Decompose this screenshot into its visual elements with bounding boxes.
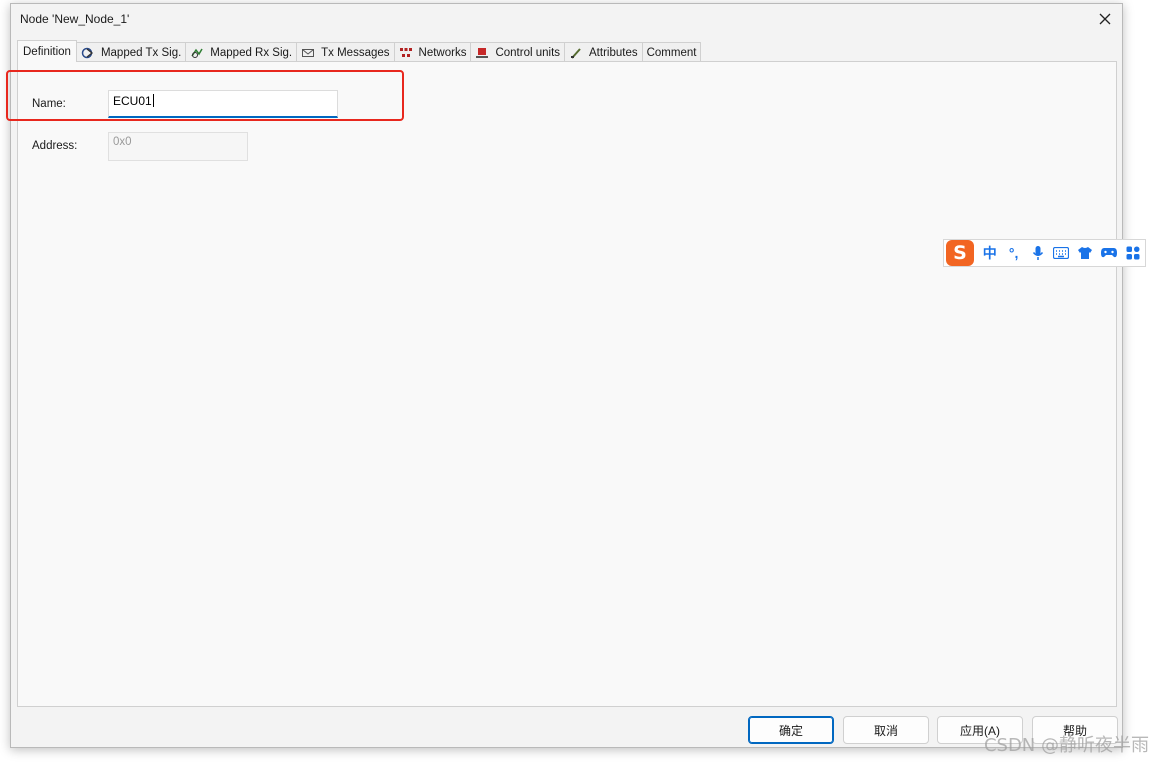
watermark: CSDN @静听夜半雨 (983, 735, 1149, 756)
ok-button[interactable]: 确定 (748, 716, 834, 744)
tab-control-units[interactable]: Control units (470, 42, 566, 62)
definition-panel: Name: ECU01 Address: 0x0 (17, 61, 1117, 707)
tab-comment[interactable]: Comment (641, 42, 702, 62)
close-icon (1099, 13, 1111, 25)
tab-attributes-label: Attributes (589, 46, 638, 59)
attributes-icon (569, 47, 583, 59)
ime-toolbar[interactable]: S 中 °, (943, 239, 1146, 267)
name-input[interactable]: ECU01 (108, 90, 338, 118)
tab-tx-messages-label: Tx Messages (321, 46, 390, 59)
envelope-icon (301, 47, 315, 59)
keyboard-icon[interactable] (1049, 241, 1073, 265)
microphone-icon[interactable] (1026, 241, 1050, 265)
name-label: Name: (32, 98, 66, 110)
gamepad-icon[interactable] (1097, 241, 1121, 265)
control-unit-icon (475, 47, 489, 59)
ime-logo[interactable]: S (946, 240, 974, 266)
mapped-tx-icon (81, 47, 95, 59)
ime-punctuation-toggle[interactable]: °, (1002, 241, 1026, 265)
tab-attributes[interactable]: Attributes (564, 42, 643, 62)
tab-definition[interactable]: Definition (17, 40, 77, 62)
window-title: Node 'New_Node_1' (20, 12, 130, 26)
title-bar: Node 'New_Node_1' (11, 4, 1122, 36)
tab-mapped-tx-sig[interactable]: Mapped Tx Sig. (75, 42, 187, 62)
tab-mapped-rx-sig[interactable]: Mapped Rx Sig. (185, 42, 298, 62)
close-button[interactable] (1094, 8, 1116, 30)
mapped-rx-icon (190, 47, 204, 59)
tab-networks[interactable]: Networks (393, 42, 472, 62)
apps-icon[interactable] (1121, 241, 1145, 265)
networks-icon (399, 47, 413, 59)
address-input-value: 0x0 (113, 136, 132, 148)
text-caret (152, 94, 154, 107)
address-label: Address: (32, 140, 78, 152)
tab-mapped-tx-label: Mapped Tx Sig. (100, 46, 182, 59)
tab-bar: Definition Mapped Tx Sig. Mapped Rx Sig.… (17, 40, 702, 62)
skin-icon[interactable] (1073, 241, 1097, 265)
tab-tx-messages[interactable]: Tx Messages (296, 42, 395, 62)
tab-networks-label: Networks (418, 46, 467, 59)
tab-comment-label: Comment (646, 46, 697, 59)
tab-mapped-rx-label: Mapped Rx Sig. (210, 46, 293, 59)
tab-control-units-label: Control units (495, 46, 561, 59)
cancel-button[interactable]: 取消 (843, 716, 929, 744)
tab-definition-label: Definition (23, 45, 71, 58)
node-dialog: Node 'New_Node_1' Definition Mapped Tx S… (10, 3, 1123, 748)
ime-language-toggle[interactable]: 中 (978, 241, 1002, 265)
address-input: 0x0 (108, 132, 248, 161)
name-input-value: ECU01 (113, 94, 152, 108)
